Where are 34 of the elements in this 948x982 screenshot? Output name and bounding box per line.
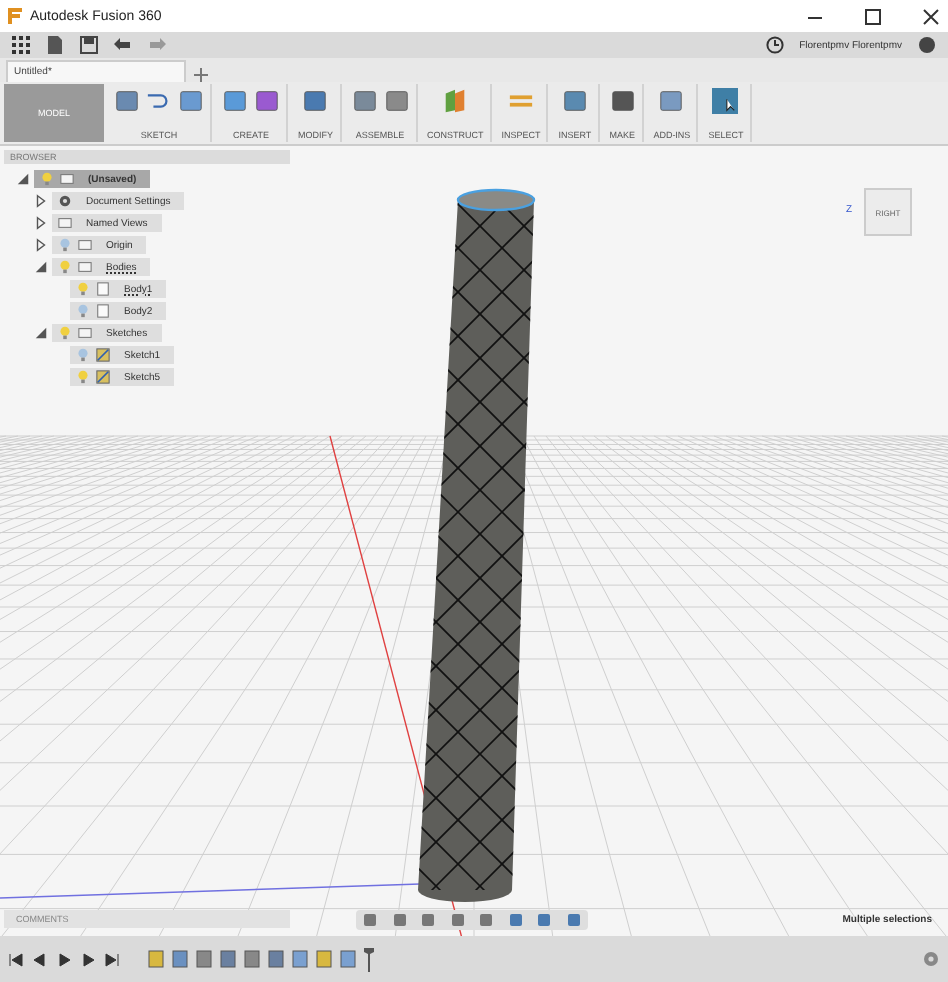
lightbulb-icon[interactable]	[76, 348, 90, 362]
lightbulb-icon[interactable]	[58, 260, 72, 274]
collapsed-arrow-icon[interactable]	[34, 238, 48, 252]
grid-menu-icon[interactable]	[12, 36, 30, 54]
collapsed-arrow-icon[interactable]	[34, 216, 48, 230]
gear-icon	[58, 194, 72, 208]
expanded-arrow-icon[interactable]	[16, 172, 30, 186]
lightbulb-icon[interactable]	[76, 282, 90, 296]
file-icon[interactable]	[46, 36, 64, 54]
arc-icon[interactable]	[146, 88, 172, 114]
lightbulb-icon[interactable]	[76, 370, 90, 384]
undo-icon[interactable]	[114, 36, 132, 54]
select-icon[interactable]	[712, 88, 739, 114]
lightbulb-icon[interactable]	[58, 238, 72, 252]
playback-icon[interactable]	[104, 951, 120, 967]
lightbulb-icon[interactable]	[76, 304, 90, 318]
expanded-arrow-icon[interactable]	[34, 326, 48, 340]
close-icon[interactable]	[922, 7, 940, 25]
folder-icon	[78, 326, 92, 340]
expanded-arrow-icon[interactable]	[34, 260, 48, 274]
playback-icon[interactable]	[8, 951, 24, 967]
lightbulb-icon[interactable]	[40, 172, 54, 186]
app-logo-icon	[8, 8, 22, 24]
add-tab-icon[interactable]	[194, 68, 208, 82]
settings-icon[interactable]	[922, 950, 940, 968]
collapsed-arrow-icon[interactable]	[34, 194, 48, 208]
lightbulb-icon[interactable]	[58, 326, 72, 340]
maximize-icon[interactable]	[864, 7, 882, 25]
timeline-marker-icon[interactable]	[364, 947, 374, 971]
save-icon[interactable]	[80, 36, 98, 54]
folder-icon	[60, 172, 74, 186]
clock-icon[interactable]	[765, 36, 784, 54]
redo-icon[interactable]	[148, 36, 166, 54]
plane-icon[interactable]	[442, 88, 469, 114]
